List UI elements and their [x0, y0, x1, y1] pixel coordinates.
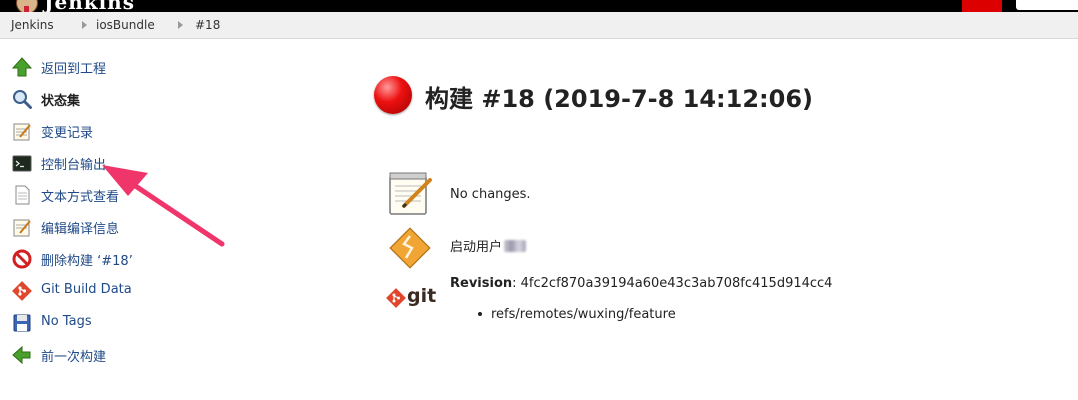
branch-bullet	[478, 312, 482, 316]
sidebar-item-label: 控制台输出	[41, 158, 107, 173]
sidebar-item-label: 返回到工程	[41, 62, 107, 77]
document-icon	[15, 185, 30, 205]
jenkins-logo-text[interactable]: Jenkins	[44, 0, 135, 12]
breadcrumb-build[interactable]: #18	[195, 18, 220, 32]
sidebar-item-no-tags[interactable]: No Tags	[12, 312, 272, 334]
sidebar-item-label: 状态集	[41, 94, 81, 109]
no-changes-text: No changes.	[450, 187, 531, 202]
notepad-icon	[13, 123, 31, 141]
sidebar-item-label: 编辑编译信息	[41, 222, 120, 237]
notepad-edit-icon	[13, 219, 31, 237]
git-icon	[12, 281, 32, 301]
sidebar-item-edit-build-info[interactable]: 编辑编译信息	[12, 216, 272, 238]
revision-value: : 4fc2cf870a39194a60e43c3ab708fc415d914c…	[512, 276, 833, 291]
revision-label: Revision	[450, 276, 513, 291]
sidebar-item-label: Git Build Data	[41, 282, 132, 297]
sidebar-item-delete-build[interactable]: 删除构建 ‘#18’	[12, 248, 272, 270]
breadcrumb-chevron-icon[interactable]	[82, 21, 87, 29]
git-logo-text: git	[407, 285, 437, 307]
breadcrumb: Jenkins iosBundle #18	[0, 12, 1078, 39]
sidebar-item-label: 前一次构建	[41, 350, 107, 365]
sidebar-item-previous-build[interactable]: 前一次构建	[12, 344, 272, 366]
sidebar-item-label: 变更记录	[41, 126, 94, 141]
left-arrow-icon	[12, 345, 31, 365]
notepad-large-icon	[389, 172, 432, 215]
sidebar-item-label: 文本方式查看	[41, 190, 120, 205]
revision-line: Revision: 4fc2cf870a39194a60e43c3ab708fc…	[450, 276, 832, 291]
header-search-input[interactable]	[1016, 0, 1078, 10]
sidebar-item-view-as-text[interactable]: 文本方式查看	[12, 184, 272, 206]
up-arrow-icon	[12, 57, 32, 77]
breadcrumb-iosbundle[interactable]: iosBundle	[96, 18, 155, 32]
breadcrumb-jenkins[interactable]: Jenkins	[11, 18, 54, 32]
started-by-text: 启动用户	[450, 236, 527, 255]
user-diamond-icon	[389, 227, 431, 269]
header-alert-badge[interactable]	[962, 0, 1002, 12]
search-icon	[13, 90, 32, 109]
blurred-username	[504, 240, 527, 252]
git-logo: git	[386, 285, 436, 313]
terminal-icon	[12, 155, 32, 172]
sidebar-item-console-output[interactable]: 控制台输出	[12, 152, 272, 174]
no-entry-icon	[12, 249, 32, 269]
sidebar-item-back-to-project[interactable]: 返回到工程	[12, 56, 272, 78]
sidebar-item-status[interactable]: 状态集	[12, 88, 272, 110]
sidebar-item-git-build-data[interactable]: Git Build Data	[12, 280, 272, 302]
git-diamond-icon	[386, 288, 406, 308]
started-by-label: 启动用户	[450, 240, 503, 255]
top-header: Jenkins	[0, 0, 1078, 12]
page-title: 构建 #18 (2019-7-8 14:12:06)	[425, 85, 814, 113]
sidebar-item-label: No Tags	[41, 314, 92, 329]
floppy-disk-icon	[13, 314, 31, 332]
sidebar-item-label: 删除构建 ‘#18’	[41, 254, 133, 269]
branch-ref-text: refs/remotes/wuxing/feature	[491, 307, 676, 322]
build-status-ball-icon	[374, 76, 412, 114]
sidebar-item-changes[interactable]: 变更记录	[12, 120, 272, 142]
breadcrumb-chevron-icon[interactable]	[178, 21, 183, 29]
